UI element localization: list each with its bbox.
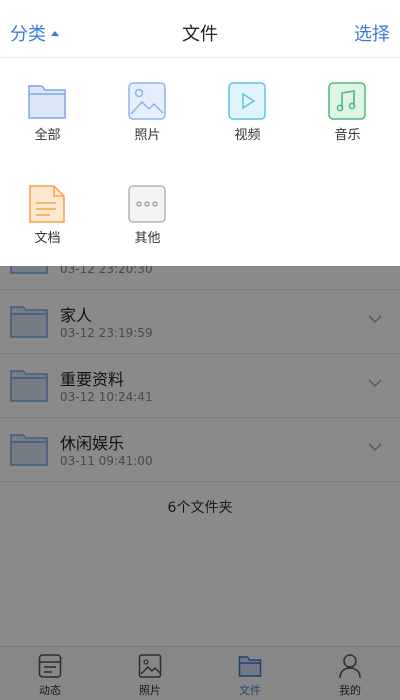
video-icon [228,82,266,120]
category-documents[interactable]: 文档 [0,185,100,255]
folder-icon [28,85,66,119]
category-label: 其他 [134,231,161,246]
category-panel: 分类 文件 选择 全部 照片 视频 音乐 文档 其他 [0,0,400,266]
category-photos[interactable]: 照片 [100,82,200,152]
music-icon [328,82,366,120]
category-label: 照片 [134,128,161,143]
page-title: 文件 [182,24,218,45]
category-all[interactable]: 全部 [0,82,100,152]
category-other[interactable]: 其他 [100,185,200,255]
category-label: 音乐 [334,128,361,143]
top-header: 分类 文件 选择 [0,0,400,58]
category-video[interactable]: 视频 [200,82,300,152]
photo-icon [128,82,166,120]
category-label: 全部 [34,128,61,143]
category-label: 视频 [234,128,261,143]
document-icon [29,185,65,223]
category-music[interactable]: 音乐 [300,82,400,152]
more-icon [128,185,166,223]
select-button[interactable]: 选择 [354,20,390,46]
category-label: 文档 [34,231,61,246]
